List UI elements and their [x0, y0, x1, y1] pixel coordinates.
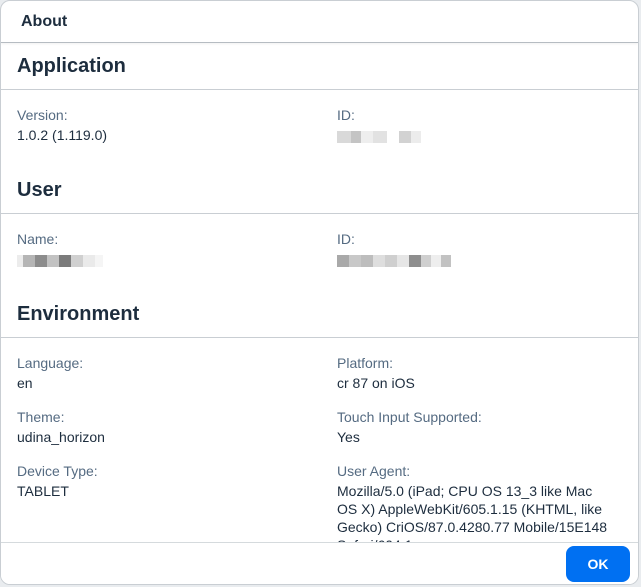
environment-section-body: Language: en Platform: cr 87 on iOS Them… [1, 338, 638, 542]
user-id-redacted [337, 254, 451, 268]
dialog-footer: OK [1, 542, 638, 584]
device-type-label: Device Type: [17, 463, 98, 479]
touch-input-value: Yes [337, 429, 360, 445]
dialog-content[interactable]: Application Version: 1.0.2 (1.119.0) ID: [1, 44, 638, 542]
language-field: Language: en [17, 354, 337, 392]
user-section-header: User [1, 168, 638, 214]
user-agent-label: User Agent: [337, 463, 411, 479]
user-id-field: ID: [337, 230, 622, 272]
user-id-label: ID: [337, 231, 355, 247]
platform-field: Platform: cr 87 on iOS [337, 354, 622, 392]
environment-section-title: Environment [17, 303, 140, 325]
application-section-header: Application [1, 44, 638, 90]
about-dialog: About Application Version: 1.0.2 (1.119.… [0, 0, 639, 585]
device-type-field: Device Type: TABLET [17, 462, 337, 542]
theme-label: Theme: [17, 409, 65, 425]
version-label: Version: [17, 107, 68, 123]
language-label: Language: [17, 355, 84, 371]
platform-value: cr 87 on iOS [337, 375, 415, 391]
application-section-body: Version: 1.0.2 (1.119.0) ID: [1, 90, 638, 168]
platform-label: Platform: [337, 355, 394, 371]
user-agent-field: User Agent: Mozilla/5.0 (iPad; CPU OS 13… [337, 462, 622, 542]
application-id-field: ID: [337, 106, 622, 148]
touch-input-label: Touch Input Supported: [337, 409, 482, 425]
touch-input-field: Touch Input Supported: Yes [337, 408, 622, 446]
device-type-value: TABLET [17, 483, 69, 499]
user-name-field: Name: [17, 230, 337, 272]
theme-value: udina_horizon [17, 429, 105, 445]
user-section-body: Name: ID: [1, 214, 638, 292]
user-section-title: User [17, 179, 62, 201]
user-name-label: Name: [17, 231, 59, 247]
language-value: en [17, 375, 33, 391]
dialog-header: About [1, 1, 638, 43]
theme-field: Theme: udina_horizon [17, 408, 337, 446]
user-name-redacted [17, 254, 103, 268]
version-value: 1.0.2 (1.119.0) [17, 127, 108, 143]
environment-section-header: Environment [1, 292, 638, 338]
application-id-label: ID: [337, 107, 355, 123]
dialog-title: About [21, 12, 68, 30]
ok-button[interactable]: OK [566, 545, 630, 582]
version-field: Version: 1.0.2 (1.119.0) [17, 106, 337, 148]
user-agent-value: Mozilla/5.0 (iPad; CPU OS 13_3 like Mac … [337, 483, 608, 542]
application-section-title: Application [17, 55, 126, 77]
application-id-redacted [337, 130, 421, 144]
